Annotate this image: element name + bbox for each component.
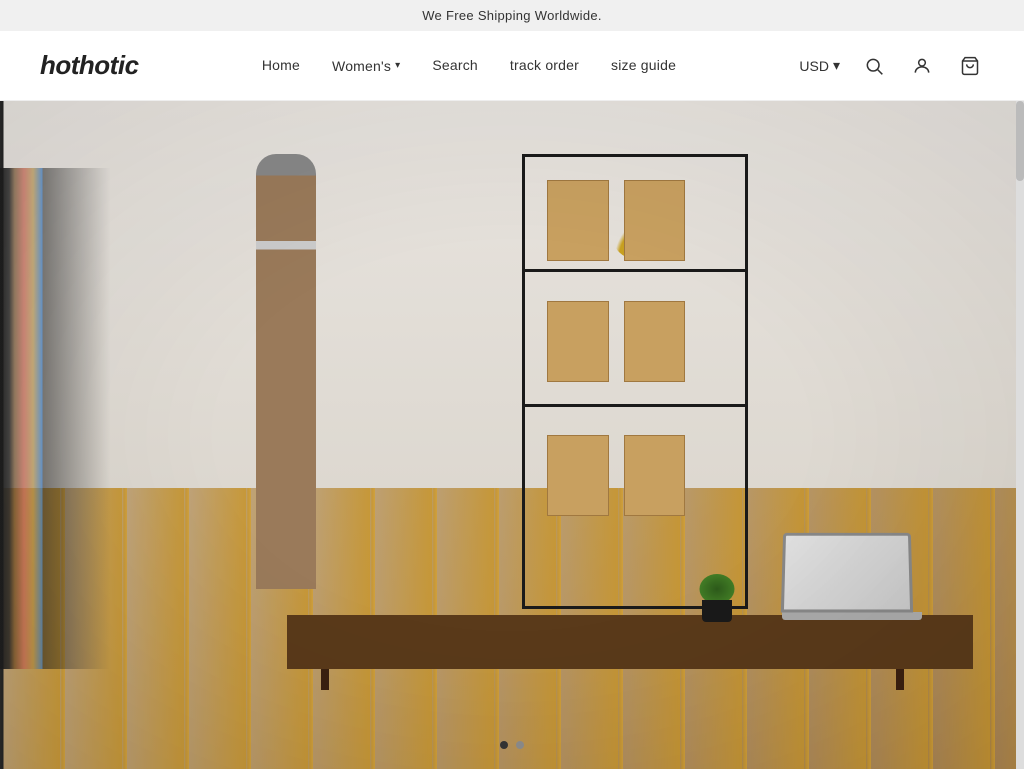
nav-home[interactable]: Home bbox=[262, 57, 300, 73]
account-button[interactable] bbox=[908, 52, 936, 80]
hero-image bbox=[0, 101, 1024, 769]
main-nav: Home Women's ▾ Search track order size g… bbox=[262, 57, 676, 75]
header: hothotic Home Women's ▾ Search track ord… bbox=[0, 31, 1024, 101]
cart-icon bbox=[960, 56, 980, 76]
nav-size-guide[interactable]: size guide bbox=[611, 57, 676, 73]
chevron-down-icon: ▾ bbox=[395, 60, 400, 71]
logo[interactable]: hothotic bbox=[40, 50, 139, 81]
currency-value: USD bbox=[799, 58, 829, 74]
announcement-text: We Free Shipping Worldwide. bbox=[422, 8, 602, 23]
carousel-dots bbox=[500, 741, 524, 749]
carousel-dot-2[interactable] bbox=[516, 741, 524, 749]
currency-chevron-icon: ▾ bbox=[833, 57, 840, 74]
currency-selector[interactable]: USD ▾ bbox=[799, 57, 840, 74]
cart-button[interactable] bbox=[956, 52, 984, 80]
scrollbar-track[interactable] bbox=[1016, 101, 1024, 769]
nav-track-order[interactable]: track order bbox=[510, 57, 579, 73]
search-icon bbox=[864, 56, 884, 76]
announcement-bar: We Free Shipping Worldwide. bbox=[0, 0, 1024, 31]
nav-womens[interactable]: Women's ▾ bbox=[332, 58, 400, 74]
carousel-dot-1[interactable] bbox=[500, 741, 508, 749]
nav-search-link[interactable]: Search bbox=[432, 57, 478, 73]
hero-section bbox=[0, 101, 1024, 769]
account-icon bbox=[912, 56, 932, 76]
scrollbar-thumb[interactable] bbox=[1016, 101, 1024, 181]
search-button[interactable] bbox=[860, 52, 888, 80]
nav-icons: USD ▾ bbox=[799, 52, 984, 80]
image-overlay bbox=[0, 101, 1024, 769]
